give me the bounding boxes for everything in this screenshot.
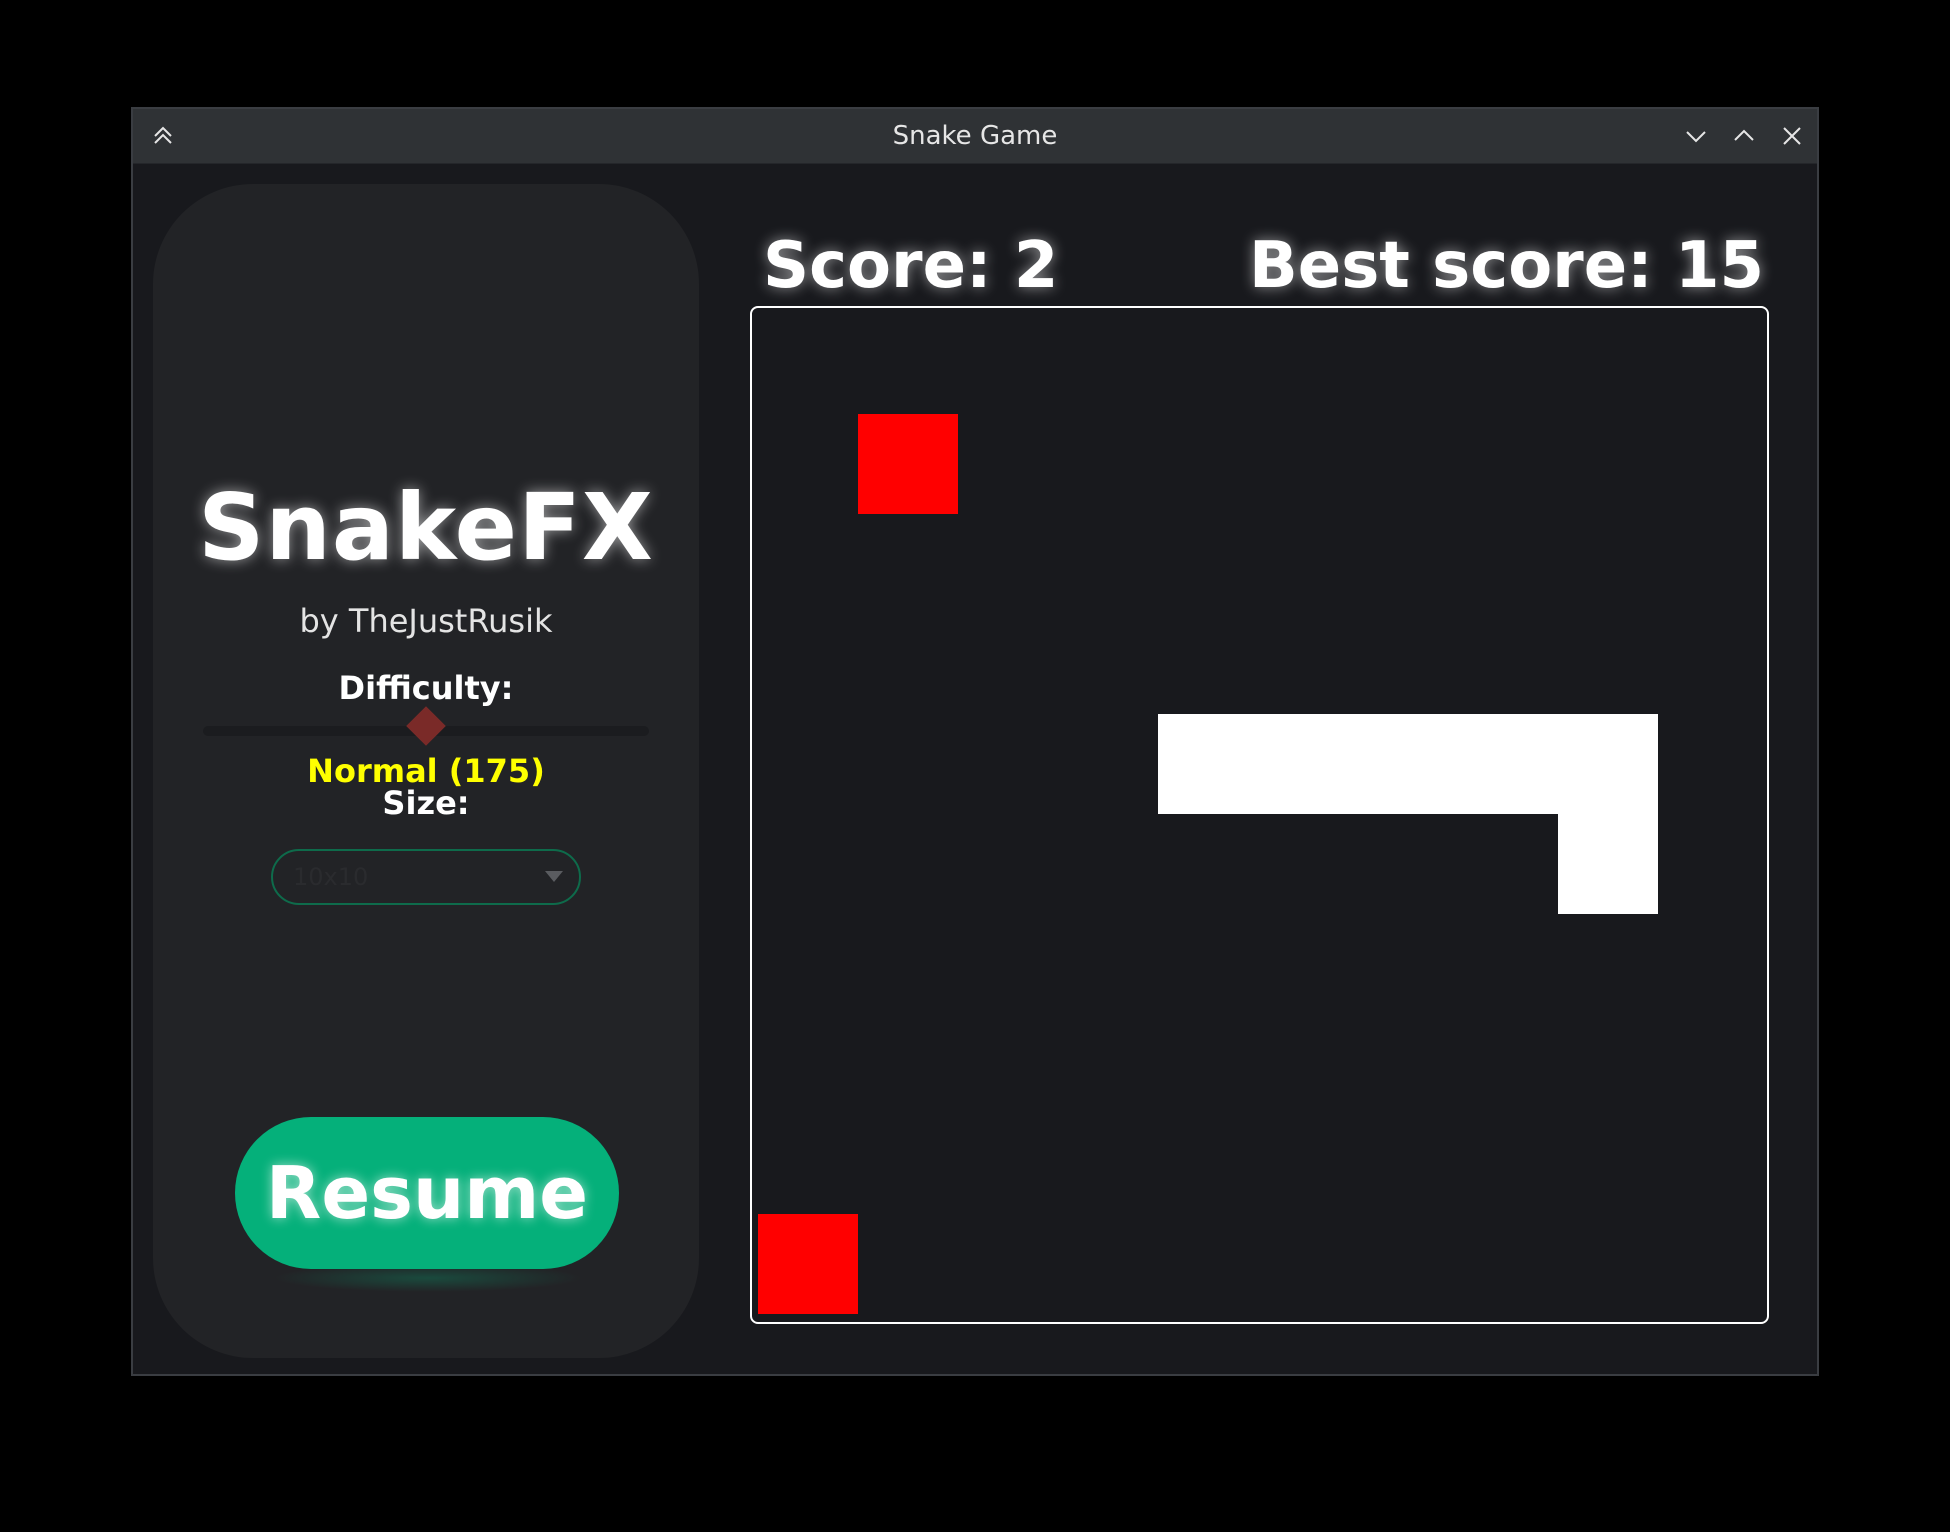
app-brand-title: SnakeFX <box>198 474 654 581</box>
score-display: Score: 2 <box>763 229 1059 303</box>
food-cell <box>858 414 958 514</box>
minimize-button[interactable] <box>1676 116 1716 156</box>
size-dropdown[interactable]: 10x10 <box>271 849 581 905</box>
snake-segment <box>1458 714 1558 814</box>
snake-segment <box>1258 714 1358 814</box>
difficulty-label: Difficulty: <box>338 669 514 707</box>
title-bar[interactable]: Snake Game <box>133 109 1817 164</box>
difficulty-slider-thumb[interactable] <box>406 706 446 746</box>
resume-button[interactable]: Resume <box>235 1117 619 1269</box>
author-credit: by TheJustRusik <box>299 602 553 640</box>
difficulty-slider[interactable] <box>203 706 649 746</box>
game-board[interactable] <box>750 306 1769 1324</box>
best-score-display: Best score: 15 <box>1249 229 1765 303</box>
chevron-down-icon <box>1686 131 1706 143</box>
snake-segment <box>1358 714 1458 814</box>
sidebar-panel: SnakeFX by TheJustRusik Difficulty: Norm… <box>153 184 699 1358</box>
resume-button-reflection <box>273 1264 583 1292</box>
size-dropdown-value: 10x10 <box>293 863 369 891</box>
snake-segment <box>1158 714 1258 814</box>
app-window: Snake Game SnakeFX by TheJustRusik Diffi… <box>131 107 1819 1376</box>
close-icon <box>1783 127 1801 145</box>
food-cell <box>758 1214 858 1314</box>
snake-segment <box>1558 814 1658 914</box>
chevron-up-icon <box>1734 129 1754 141</box>
close-button[interactable] <box>1772 116 1812 156</box>
snake-segment <box>1558 714 1658 814</box>
dropdown-arrow-icon <box>545 871 563 882</box>
size-label: Size: <box>382 784 470 822</box>
maximize-button[interactable] <box>1724 116 1764 156</box>
window-title: Snake Game <box>892 121 1058 151</box>
